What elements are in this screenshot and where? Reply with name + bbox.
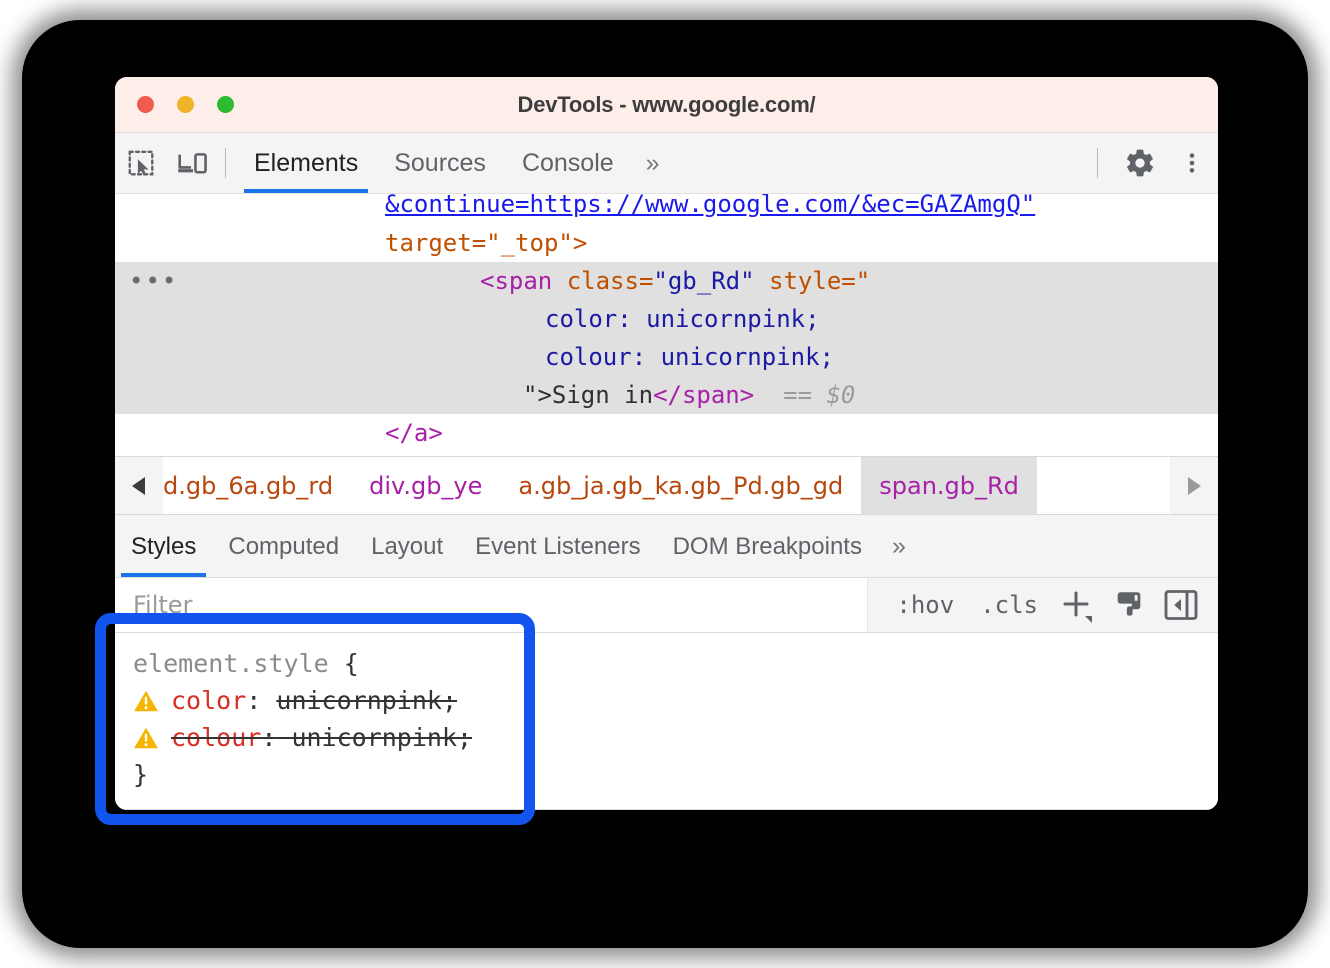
dom-span-class-value: "gb_Rd" <box>653 267 754 295</box>
styles-pane[interactable]: element.style { color: unicornpink; <box>115 633 1218 810</box>
breadcrumb: d.gb_6a.gb_rd div.gb_ye a.gb_ja.gb_ka.gb… <box>115 456 1218 515</box>
tab-dom-breakpoints[interactable]: DOM Breakpoints <box>657 516 878 577</box>
devtools-main-toolbar: Elements Sources Console » <box>115 133 1218 194</box>
dom-attr-continue-url[interactable]: &continue=https://www.google.com/&ec=GAZ… <box>385 194 1035 218</box>
dom-selected-node-marker <box>754 381 783 409</box>
breadcrumb-item-0[interactable]: d.gb_6a.gb_rd <box>163 457 351 514</box>
collapse-sidebar-icon[interactable] <box>1158 582 1204 628</box>
panel-tab-console[interactable]: Console <box>504 134 632 193</box>
css-selector-element-style[interactable]: element.style <box>133 645 329 682</box>
toggle-pseudo-states-button[interactable]: :hov <box>886 591 964 619</box>
css-rule-footer: } <box>133 756 1218 793</box>
dom-row-style-decl-2[interactable]: colour: unicornpink; <box>115 338 1218 376</box>
css-colon-1: : <box>261 719 276 756</box>
dom-selected-node-marker-label: == $0 <box>783 381 855 409</box>
dom-span-class-attr: class= <box>567 267 654 295</box>
dom-row-target-attr[interactable]: target="_top"> <box>115 224 1218 262</box>
dom-row-span-text[interactable]: ">Sign in</span> == $0 <box>115 376 1218 414</box>
breadcrumb-list: d.gb_6a.gb_rd div.gb_ye a.gb_ja.gb_ka.gb… <box>163 457 1170 514</box>
panel-tab-elements[interactable]: Elements <box>236 134 376 193</box>
css-declaration-color[interactable]: color: unicornpink; <box>133 682 1218 719</box>
paint-brush-icon[interactable] <box>1106 582 1152 628</box>
devtools-window: DevTools - www.google.com/ Elements Sour… <box>115 77 1218 810</box>
dom-row-anchor-close[interactable]: </a> <box>115 414 1218 452</box>
toolbar-divider <box>225 148 226 178</box>
tab-event-listeners[interactable]: Event Listeners <box>459 516 656 577</box>
css-property-value-colour[interactable]: unicornpink; <box>291 719 472 756</box>
dom-span-open-tag: <span <box>480 267 567 295</box>
dom-inline-style-colour: colour: unicornpink; <box>545 343 834 371</box>
dom-span-close-tag: </span> <box>653 381 754 409</box>
panel-tab-sources[interactable]: Sources <box>376 134 504 193</box>
tab-layout[interactable]: Layout <box>355 516 459 577</box>
dom-span-style-attr <box>755 267 769 295</box>
toolbar-divider-right <box>1097 148 1098 178</box>
dom-tree-panel[interactable]: &continue=https://www.google.com/&ec=GAZ… <box>115 194 1218 456</box>
dom-span-style-attr-label: style=" <box>769 267 870 295</box>
breadcrumb-item-3-selected[interactable]: span.gb_Rd <box>861 457 1037 514</box>
css-property-value-color[interactable]: unicornpink; <box>276 682 457 719</box>
css-open-brace-label: { <box>344 645 359 682</box>
gear-icon[interactable] <box>1114 137 1166 189</box>
styles-toolbar: :hov .cls <box>868 578 1218 632</box>
sidebar-tabs-overflow-chevron-icon[interactable]: » <box>878 532 920 561</box>
device-toolbar-icon[interactable] <box>167 137 219 189</box>
breadcrumb-scroll-right-icon[interactable] <box>1170 457 1218 514</box>
warning-triangle-icon <box>133 688 159 714</box>
toggle-class-editor-button[interactable]: .cls <box>970 591 1048 619</box>
css-property-name-colour[interactable]: colour <box>171 719 261 756</box>
dom-anchor-close-tag: </a> <box>385 419 443 447</box>
window-title: DevTools - www.google.com/ <box>115 92 1218 118</box>
dom-inline-style-color: color: unicornpink; <box>545 305 820 333</box>
css-property-name-color[interactable]: color <box>171 682 246 719</box>
breadcrumb-item-2[interactable]: a.gb_ja.gb_ka.gb_Pd.gb_gd <box>500 457 861 514</box>
styles-sidebar-tabs: Styles Computed Layout Event Listeners D… <box>115 515 1218 578</box>
dom-row-span-open[interactable]: ••• <span class="gb_Rd" style=" <box>115 262 1218 300</box>
breadcrumb-item-1[interactable]: div.gb_ye <box>351 457 500 514</box>
tab-styles[interactable]: Styles <box>115 516 212 577</box>
window-title-bar: DevTools - www.google.com/ <box>115 77 1218 133</box>
styles-filter-row: Filter :hov .cls <box>115 578 1218 633</box>
more-vertical-icon[interactable] <box>1166 137 1218 189</box>
dom-collapsed-ellipsis[interactable]: ••• <box>129 262 178 300</box>
css-space-1 <box>276 719 291 756</box>
css-open-brace <box>329 645 344 682</box>
dom-span-text-node: Sign in <box>552 381 653 409</box>
dom-row-style-decl-1[interactable]: color: unicornpink; <box>115 300 1218 338</box>
css-colon-0: : <box>246 682 261 719</box>
css-space-0 <box>261 682 276 719</box>
plus-icon[interactable] <box>1054 582 1100 628</box>
css-close-brace: } <box>133 756 148 793</box>
tab-computed[interactable]: Computed <box>212 516 355 577</box>
warning-triangle-icon <box>133 725 159 751</box>
breadcrumb-scroll-left-icon[interactable] <box>115 457 163 514</box>
dom-row-continue-url[interactable]: &continue=https://www.google.com/&ec=GAZ… <box>115 194 1218 224</box>
inspect-element-icon[interactable] <box>115 137 167 189</box>
css-rule-header[interactable]: element.style { <box>133 645 1218 682</box>
dom-span-close-quote: "> <box>523 381 552 409</box>
more-panels-chevron-icon[interactable]: » <box>632 149 674 178</box>
dom-attr-target: target="_top"> <box>385 229 587 257</box>
css-declaration-colour[interactable]: colour: unicornpink; <box>133 719 1218 756</box>
filter-input[interactable]: Filter <box>115 578 868 632</box>
